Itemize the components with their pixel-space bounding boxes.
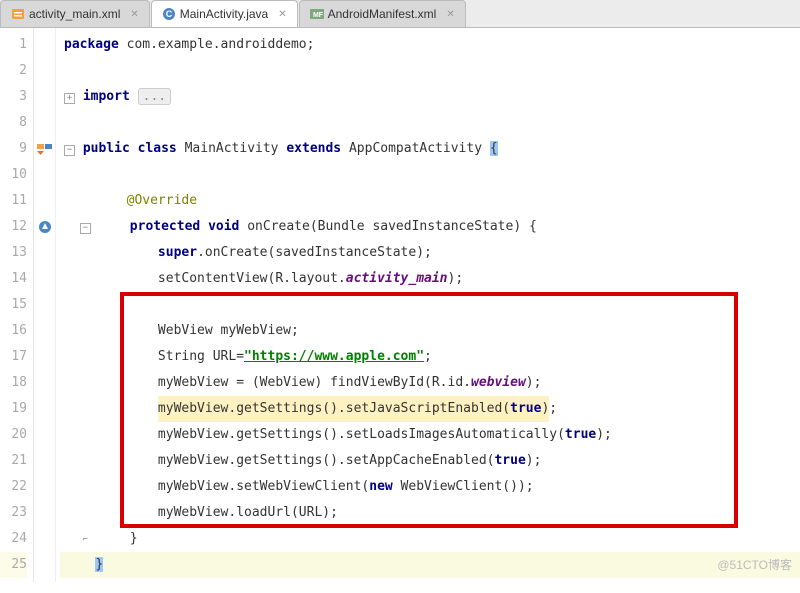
code-area[interactable]: package com.example.androiddemo; + impor…	[56, 28, 800, 582]
tab-label: activity_main.xml	[29, 7, 120, 21]
tab-android-manifest-xml[interactable]: MF AndroidManifest.xml ✕	[299, 0, 466, 27]
line-number: 10	[0, 162, 27, 188]
code-line[interactable]: myWebView.getSettings().setAppCacheEnabl…	[60, 448, 800, 474]
code-line[interactable]: @Override	[60, 188, 800, 214]
code-line[interactable]	[60, 162, 800, 188]
line-number: 3	[0, 84, 27, 110]
line-number: 16	[0, 318, 27, 344]
line-number: 14	[0, 266, 27, 292]
close-icon[interactable]: ✕	[130, 9, 138, 20]
code-line[interactable]: myWebView.getSettings().setLoadsImagesAu…	[60, 422, 800, 448]
code-line[interactable]: − public class MainActivity extends AppC…	[60, 136, 800, 162]
line-number: 9	[0, 136, 27, 162]
code-line[interactable]	[60, 110, 800, 136]
code-line[interactable]	[60, 292, 800, 318]
editor-tabs: activity_main.xml ✕ C MainActivity.java …	[0, 0, 800, 28]
line-number: 19	[0, 396, 27, 422]
code-line[interactable]: − protected void onCreate(Bundle savedIn…	[60, 214, 800, 240]
code-line[interactable]: String URL="https://www.apple.com";	[60, 344, 800, 370]
fold-end-icon[interactable]: ⌐	[80, 536, 91, 547]
code-line[interactable]: }	[60, 552, 800, 578]
line-number: 22	[0, 474, 27, 500]
line-number: 21	[0, 448, 27, 474]
line-number: 13	[0, 240, 27, 266]
line-number: 23	[0, 500, 27, 526]
code-line[interactable]: myWebView = (WebView) findViewById(R.id.…	[60, 370, 800, 396]
tab-label: AndroidManifest.xml	[328, 7, 437, 21]
code-line[interactable]: ⌐ }	[60, 526, 800, 552]
code-line[interactable]: setContentView(R.layout.activity_main);	[60, 266, 800, 292]
line-number: 2	[0, 58, 27, 84]
code-line[interactable]: + import ...	[60, 84, 800, 110]
line-number: 24	[0, 526, 27, 552]
xml-file-icon	[11, 7, 25, 21]
line-number-gutter: 1 2 3 8 9 10 11 12 13 14 15 16 17 18 19 …	[0, 28, 34, 582]
tab-label: MainActivity.java	[180, 7, 268, 21]
line-number: 8	[0, 110, 27, 136]
line-number: 17	[0, 344, 27, 370]
code-line[interactable]: package com.example.androiddemo;	[60, 32, 800, 58]
fold-collapse-icon[interactable]: −	[80, 223, 91, 234]
line-number: 25	[0, 552, 27, 578]
override-marker-icon	[34, 214, 55, 240]
fold-expand-icon[interactable]: +	[64, 93, 75, 104]
line-number: 11	[0, 188, 27, 214]
java-class-icon: C	[162, 7, 176, 21]
gutter-markers	[34, 28, 56, 582]
class-marker-icon	[34, 136, 55, 162]
line-number: 1	[0, 32, 27, 58]
line-number: 15	[0, 292, 27, 318]
line-number: 12	[0, 214, 27, 240]
code-line[interactable]: myWebView.getSettings().setJavaScriptEna…	[60, 396, 800, 422]
svg-text:MF: MF	[313, 12, 324, 19]
line-number: 18	[0, 370, 27, 396]
close-icon[interactable]: ✕	[278, 9, 286, 20]
svg-text:C: C	[166, 9, 173, 19]
tab-main-activity-java[interactable]: C MainActivity.java ✕	[151, 0, 298, 27]
code-editor[interactable]: 1 2 3 8 9 10 11 12 13 14 15 16 17 18 19 …	[0, 28, 800, 582]
code-line[interactable]: myWebView.loadUrl(URL);	[60, 500, 800, 526]
code-line[interactable]: WebView myWebView;	[60, 318, 800, 344]
close-icon[interactable]: ✕	[446, 9, 454, 20]
code-line[interactable]: myWebView.setWebViewClient(new WebViewCl…	[60, 474, 800, 500]
code-line[interactable]: super.onCreate(savedInstanceState);	[60, 240, 800, 266]
line-number: 20	[0, 422, 27, 448]
code-line[interactable]	[60, 58, 800, 84]
manifest-file-icon: MF	[310, 7, 324, 21]
fold-collapse-icon[interactable]: −	[64, 145, 75, 156]
tab-activity-main-xml[interactable]: activity_main.xml ✕	[0, 0, 150, 27]
